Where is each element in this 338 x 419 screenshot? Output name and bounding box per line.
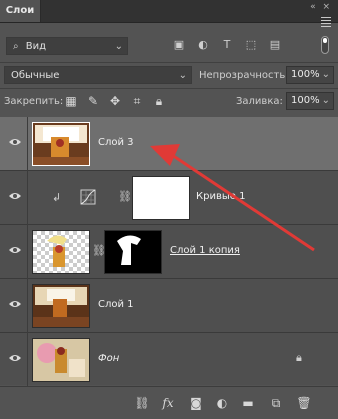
new-group-folder-icon[interactable]: ▬ (240, 395, 256, 411)
eye-icon[interactable] (8, 299, 22, 309)
opacity-label: Непрозрачность: (199, 70, 289, 81)
opacity-field[interactable]: 100% ⌄ (286, 66, 334, 84)
layer-name[interactable]: Кривые 1 (196, 191, 245, 202)
add-mask-icon[interactable]: ◙ (188, 395, 204, 411)
lock-icon: 🔒︎ (296, 351, 302, 364)
layer-name[interactable]: Слой 3 (98, 137, 134, 148)
layer-thumbnail (32, 284, 90, 328)
mask-thumbnail[interactable] (132, 176, 190, 220)
curves-adjustment-icon (80, 189, 96, 205)
chevron-down-icon: ⌄ (178, 70, 187, 81)
layer-name[interactable]: Фон (98, 353, 119, 364)
eye-icon[interactable] (8, 137, 22, 147)
layer-name[interactable]: Слой 1 копия (170, 245, 240, 256)
shape-filter-icon[interactable]: ⬚ (244, 38, 258, 52)
fill-field[interactable]: 100% ⌄ (286, 92, 334, 110)
pixel-filter-icon[interactable]: ▣ (172, 38, 186, 52)
fill-label: Заливка: (236, 96, 283, 107)
adjustment-filter-icon[interactable]: ◐ (196, 38, 210, 52)
layer-row[interactable]: Слой 3 (0, 117, 338, 171)
mask-thumbnail[interactable] (104, 230, 162, 274)
layers-bottom-toolbar: ⛓ fx ◙ ◐ ▬ ⧉ 🗑︎ (0, 386, 338, 419)
layers-list: Слой 3 ↲ ⛓ Кривые 1 ⛓ Слой 1 копия Слой … (0, 117, 338, 387)
chevron-down-icon: ⌄ (321, 95, 330, 106)
clip-arrow-icon: ↲ (52, 191, 62, 204)
layer-row[interactable]: ↲ ⛓ Кривые 1 (0, 171, 338, 225)
layer-row[interactable]: Фон 🔒︎ (0, 333, 338, 387)
lock-all-icon[interactable]: 🔒︎ (152, 94, 166, 108)
panel-titlebar: Слои « × (0, 0, 338, 23)
layer-thumbnail (32, 338, 90, 382)
filter-toggle[interactable] (321, 36, 329, 54)
trash-icon[interactable]: 🗑︎ (296, 395, 312, 411)
layer-row[interactable]: ⛓ Слой 1 копия (0, 225, 338, 279)
window-controls[interactable]: « × (310, 2, 332, 12)
eye-icon[interactable] (8, 191, 22, 201)
layer-filter-select[interactable]: ⌕ Вид ⌄ (6, 37, 128, 55)
fill-value: 100% (291, 95, 320, 106)
blend-mode-value: Обычные (11, 70, 60, 81)
fx-button[interactable]: fx (160, 395, 176, 411)
lock-artboard-icon[interactable]: ⌗ (130, 94, 144, 108)
lock-transparent-icon[interactable]: ▦ (64, 94, 78, 108)
lock-label: Закрепить: (4, 96, 64, 107)
layer-row[interactable]: Слой 1 (0, 279, 338, 333)
layer-name[interactable]: Слой 1 (98, 299, 134, 310)
panel-menu-icon[interactable] (321, 15, 331, 29)
chain-link-icon[interactable]: ⛓ (118, 190, 132, 203)
layer-thumbnail (32, 230, 90, 274)
new-layer-icon[interactable]: ⧉ (268, 395, 284, 411)
lock-image-brush-icon[interactable]: ✎ (86, 94, 100, 108)
link-layers-icon[interactable]: ⛓ (134, 395, 150, 411)
eye-icon[interactable] (8, 245, 22, 255)
new-adjustment-icon[interactable]: ◐ (214, 395, 230, 411)
lock-position-move-icon[interactable]: ✥ (108, 94, 122, 108)
blend-mode-select[interactable]: Обычные ⌄ (4, 66, 192, 84)
layer-thumbnail (32, 122, 90, 166)
tab-layers[interactable]: Слои (0, 0, 41, 22)
eye-icon[interactable] (8, 353, 22, 363)
type-filter-icon[interactable]: T (220, 38, 234, 52)
opacity-value: 100% (291, 69, 320, 80)
chevron-down-icon: ⌄ (114, 41, 123, 52)
filter-kind-label: Вид (25, 41, 47, 52)
smart-object-filter-icon[interactable]: ▤ (268, 38, 282, 52)
search-icon: ⌕ (13, 41, 19, 52)
chevron-down-icon: ⌄ (321, 69, 330, 80)
